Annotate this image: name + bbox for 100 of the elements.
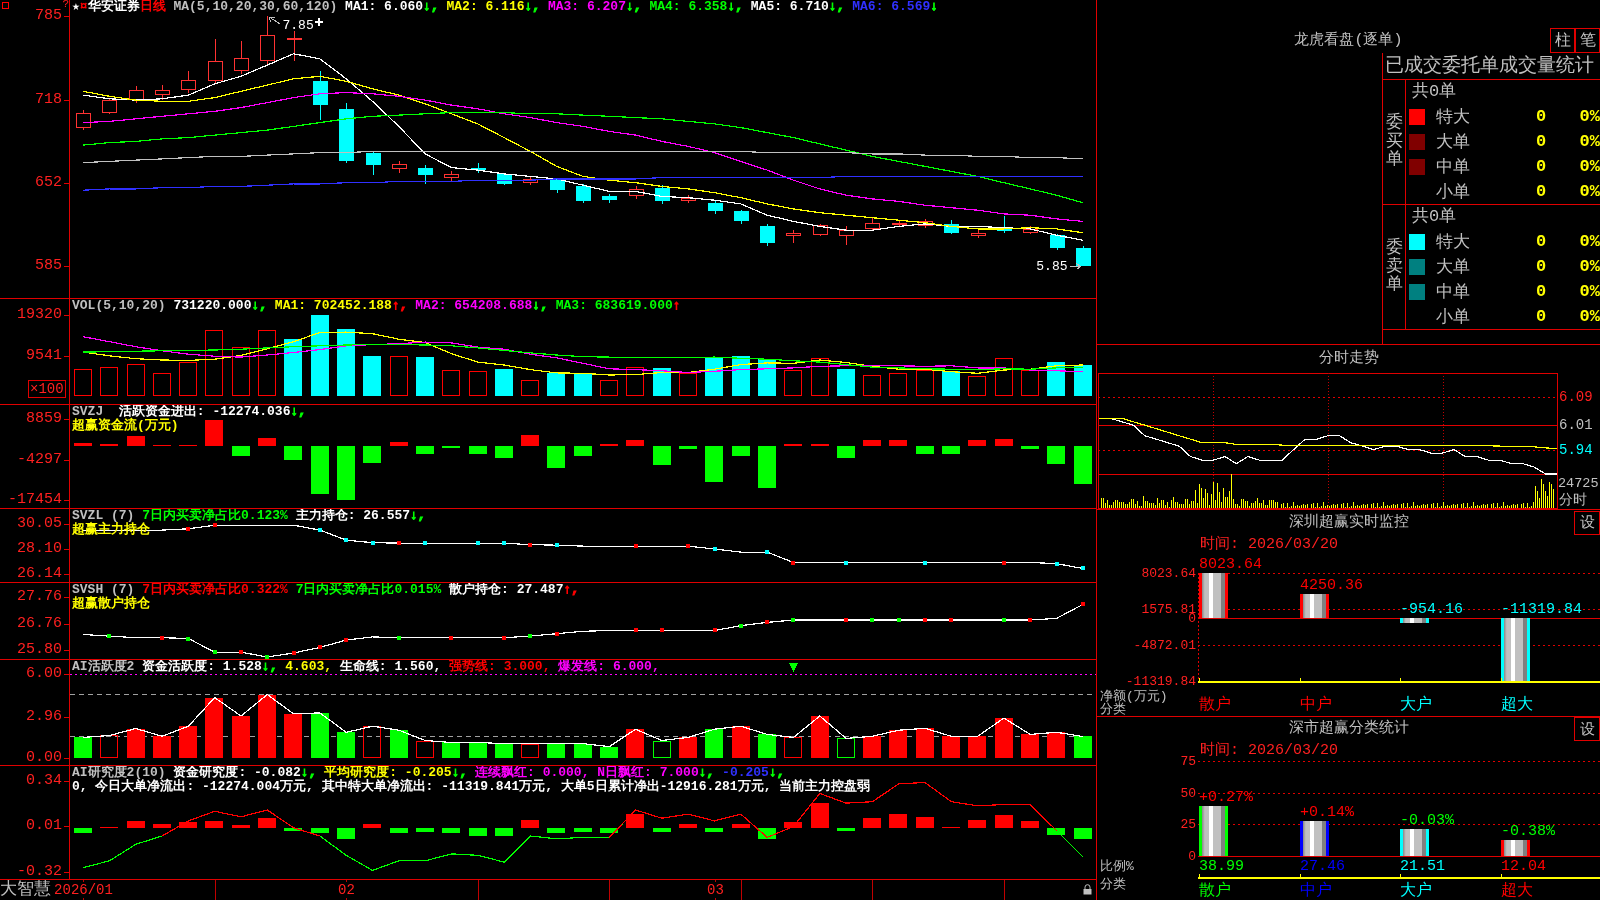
order-type: 小单 xyxy=(1436,307,1471,328)
legend-text: MA1: 702452.188 xyxy=(273,299,392,313)
category-label: 大户 xyxy=(1400,696,1432,714)
order-percent: 0% xyxy=(1578,307,1600,326)
legend-text: ↓, xyxy=(828,0,845,14)
group-label: 委买单 xyxy=(1385,113,1403,171)
legend-text: 超赢散户持仓 xyxy=(72,596,150,611)
axis-label: 26.76 xyxy=(17,616,62,633)
panel-title: 分时走势 xyxy=(1318,350,1379,368)
order-count: 0 xyxy=(1534,182,1548,201)
legend-text: MA3: 683619.000 xyxy=(554,299,673,313)
candlestick xyxy=(471,162,486,174)
axis-label: -17454 xyxy=(8,491,62,508)
order-count: 0 xyxy=(1534,282,1548,301)
axis-label: 75 xyxy=(1180,754,1196,769)
candlestick xyxy=(944,219,959,235)
candlestick xyxy=(839,225,854,246)
axis-label: -0.32 xyxy=(17,863,62,880)
candlestick xyxy=(813,223,828,237)
candlestick xyxy=(497,172,512,186)
order-percent: 0% xyxy=(1578,157,1600,176)
candlestick xyxy=(602,193,617,204)
legend-text: MA(5,10,20,30,60,120) xyxy=(172,0,339,14)
legend-text: ↓, xyxy=(300,766,317,780)
axis-label: 9541 xyxy=(26,348,62,365)
legend-text: ↑, xyxy=(563,583,580,597)
value-label: -11319.84 xyxy=(1501,600,1582,618)
axis-label: 0.00 xyxy=(26,749,62,766)
axis-label: 26.14 xyxy=(17,565,62,582)
candlestick xyxy=(971,228,986,239)
legend-text: MA3: 6.207 xyxy=(546,0,626,14)
axis-label: 0 xyxy=(1188,849,1196,864)
axis-label: -11319.84 xyxy=(1125,674,1196,689)
axis-label: 0.34 xyxy=(26,773,62,790)
timestamp: 时间: 2026/03/20 xyxy=(1200,535,1339,553)
settings-button[interactable]: 设 xyxy=(1574,510,1600,535)
candlestick xyxy=(444,170,459,182)
settings-button[interactable]: 设 xyxy=(1574,717,1600,741)
legend-text: ↓, xyxy=(261,660,278,674)
category-label: 散户 xyxy=(1199,696,1231,714)
candlestick xyxy=(208,38,223,85)
candlestick xyxy=(418,164,433,185)
candlestick xyxy=(1076,245,1091,267)
axis-label: 24725 xyxy=(1558,476,1599,491)
arrow-icon xyxy=(1069,262,1081,270)
change-label: -0.03% xyxy=(1400,811,1454,829)
candlestick xyxy=(129,85,144,104)
candlestick xyxy=(155,84,170,101)
candlestick xyxy=(629,185,644,200)
candlestick xyxy=(523,175,538,186)
date-label: 03 xyxy=(706,882,725,898)
candlestick xyxy=(313,70,328,121)
axis-label: 6.00 xyxy=(26,666,62,683)
table-title: 已成交委托单成交量统计 xyxy=(1385,55,1594,77)
lock-icon xyxy=(1083,884,1092,895)
change-label: +0.14% xyxy=(1300,803,1354,821)
candlestick xyxy=(681,194,696,204)
value-label: 27.46 xyxy=(1300,857,1345,875)
group-label: 委卖单 xyxy=(1385,238,1403,296)
candlestick xyxy=(1023,225,1038,235)
axis-label: 28.10 xyxy=(17,541,62,557)
help-mark[interactable]: ? xyxy=(62,0,69,10)
candlestick xyxy=(786,229,801,244)
category-label: 超大 xyxy=(1501,696,1533,714)
axis-label: 8023.64 xyxy=(1141,566,1196,581)
price-annotation: 5.85 xyxy=(1036,259,1068,275)
candlestick xyxy=(708,200,723,215)
legend-text: ↓, xyxy=(451,766,468,780)
legend-text: MA2: 6.116 xyxy=(445,0,525,14)
axis-label: -4872.01 xyxy=(1133,638,1196,653)
category-label: 超大 xyxy=(1501,882,1533,900)
arrow-icon xyxy=(269,16,281,25)
order-percent: 0% xyxy=(1578,232,1600,251)
axis-label: -4297 xyxy=(17,451,62,468)
view-button[interactable]: 笔 xyxy=(1575,28,1600,53)
legend-text: ↓ xyxy=(930,0,939,14)
value-label: -954.16 xyxy=(1400,600,1463,618)
value-label: 4250.36 xyxy=(1300,576,1363,594)
axis-label: 6.09 xyxy=(1559,389,1593,405)
order-count: 0 xyxy=(1534,132,1548,151)
axis-label: 分时 xyxy=(1559,492,1587,508)
axis-label: 652 xyxy=(35,174,62,191)
view-button[interactable]: 柱 xyxy=(1550,28,1575,53)
legend-text: ↑ xyxy=(672,299,681,313)
order-total: 共0单 xyxy=(1412,82,1457,101)
legend-text: ↓, xyxy=(290,405,307,419)
order-count: 0 xyxy=(1534,157,1548,176)
candlestick xyxy=(76,109,91,131)
panel-title: 深圳超赢实时监控 xyxy=(1288,513,1409,532)
legend-text: MA4: 6.358 xyxy=(648,0,728,14)
category-label: 散户 xyxy=(1199,882,1231,900)
legend-text: ↓, xyxy=(768,766,785,780)
order-percent: 0% xyxy=(1578,132,1600,151)
candlestick xyxy=(234,40,249,75)
candlestick xyxy=(865,217,880,232)
axis-label: 30.05 xyxy=(17,516,62,533)
candlestick xyxy=(102,98,117,115)
unit-badge: ×100 xyxy=(28,380,66,398)
legend-text: MA1: 6.060 xyxy=(345,0,424,14)
legend-text: VOL(5,10,20) xyxy=(72,299,166,313)
